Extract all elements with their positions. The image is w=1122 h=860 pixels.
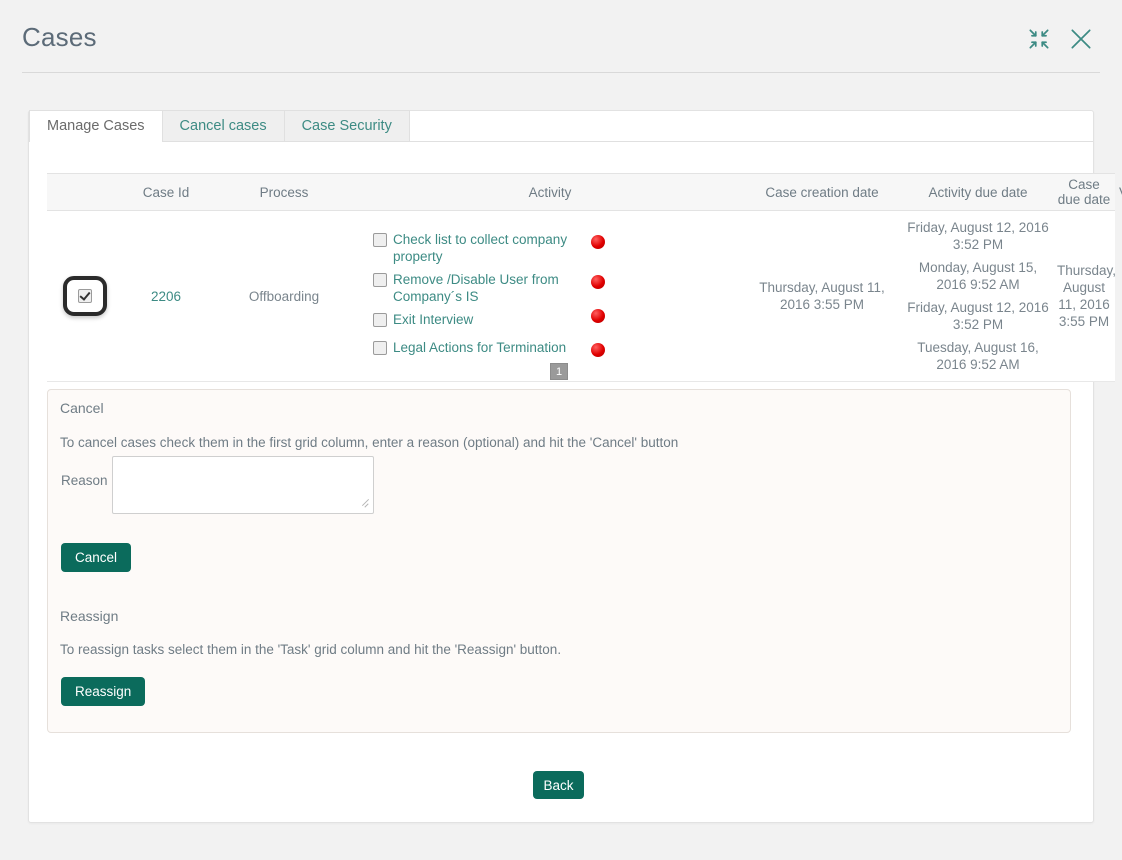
case-id-link[interactable]: 2206	[151, 289, 181, 304]
activity-name[interactable]: Remove /Disable User from Company´s IS	[393, 271, 575, 305]
cell-case-due-date: Thursday, August 11, 2016 3:55 PM	[1053, 210, 1117, 382]
activity-name[interactable]: Check list to collect company property	[393, 231, 575, 265]
cancel-section-description: To cancel cases check them in the first …	[60, 435, 679, 450]
status-dot-red	[591, 275, 605, 289]
status-dot-red	[591, 343, 605, 357]
row-select-cell	[47, 210, 123, 382]
activity-item: Remove /Disable User from Company´s IS	[373, 271, 575, 305]
column-header-case-creation-date: Case creation date	[741, 173, 904, 211]
activity-item: Legal Actions for Termination	[373, 339, 575, 361]
column-header-activity: Activity	[359, 173, 742, 211]
cancel-button[interactable]: Cancel	[61, 543, 132, 572]
header-divider	[22, 72, 1100, 73]
back-button[interactable]: Back	[533, 771, 584, 799]
activity-checkbox[interactable]	[373, 341, 387, 355]
activity-due-date: Monday, August 15, 2016 9:52 AM	[918, 260, 1038, 292]
grid-pager: 1	[47, 363, 1071, 380]
cell-case-id: 2206	[123, 210, 209, 382]
modal-header: Cases	[0, 0, 1122, 75]
cell-activities: Check list to collect company property R…	[359, 210, 579, 382]
reassign-section-description: To reassign tasks select them in the 'Ta…	[60, 642, 562, 657]
reason-label: Reason	[61, 473, 108, 488]
row-select-checkbox[interactable]	[78, 289, 92, 303]
activity-name[interactable]: Exit Interview	[393, 311, 473, 328]
cases-modal: Cases Manage Cases Cancel cases Case Sec…	[0, 0, 1122, 860]
tab-manage-cases[interactable]: Manage Cases	[29, 110, 163, 142]
column-header-case-due-date: Case due date	[1053, 173, 1116, 211]
activity-checkbox[interactable]	[373, 273, 387, 287]
collapse-icon[interactable]	[1026, 26, 1052, 52]
cases-grid: Case Id Process Activity Case creation d…	[47, 173, 1122, 382]
case-creation-date: Thursday, August 11, 2016 3:55 PM	[759, 280, 885, 312]
status-dot-red	[591, 235, 605, 249]
reassign-section-title: Reassign	[60, 608, 119, 624]
cell-case-creation-date: Thursday, August 11, 2016 3:55 PM	[741, 210, 904, 382]
header-actions	[1026, 26, 1094, 52]
actions-panel: Cancel To cancel cases check them in the…	[47, 389, 1071, 733]
activity-item: Check list to collect company property	[373, 231, 575, 265]
page-title: Cases	[22, 22, 97, 52]
tab-case-security[interactable]: Case Security	[284, 110, 410, 141]
tab-cancel-cases[interactable]: Cancel cases	[162, 110, 285, 141]
cell-activity-due-dates: Friday, August 12, 2016 3:52 PM Monday, …	[903, 210, 1054, 382]
activity-due-date: Friday, August 12, 2016 3:52 PM	[907, 300, 1049, 332]
column-header-select	[47, 173, 123, 211]
column-header-process: Process	[209, 173, 359, 211]
pager-page-1[interactable]: 1	[549, 363, 569, 380]
process-name: Offboarding	[248, 288, 320, 304]
activity-checkbox[interactable]	[373, 233, 387, 247]
activity-name[interactable]: Legal Actions for Termination	[393, 339, 566, 356]
column-header-activity-due-date: Activity due date	[903, 173, 1054, 211]
activity-checkbox[interactable]	[373, 313, 387, 327]
close-icon[interactable]	[1068, 26, 1094, 52]
column-header-case-id: Case Id	[123, 173, 209, 211]
activity-item: Exit Interview	[373, 311, 575, 333]
cancel-section-title: Cancel	[60, 400, 104, 416]
table-header-row: Case Id Process Activity Case creation d…	[47, 173, 1122, 211]
row-select-highlight[interactable]	[63, 276, 107, 316]
reason-input[interactable]	[112, 456, 374, 514]
reassign-button[interactable]: Reassign	[61, 677, 146, 706]
content-panel: Manage Cases Cancel cases Case Security …	[28, 110, 1122, 823]
activity-due-date: Friday, August 12, 2016 3:52 PM	[907, 220, 1049, 252]
tab-strip: Manage Cases Cancel cases Case Security	[29, 110, 410, 142]
table-row: 2206 Offboarding Check list to collect c…	[47, 210, 1117, 382]
cell-activity-status	[579, 210, 742, 382]
status-dot-red	[591, 309, 605, 323]
case-due-date: Thursday, August 11, 2016 3:55 PM	[1057, 263, 1117, 329]
cell-process: Offboarding	[209, 210, 359, 382]
